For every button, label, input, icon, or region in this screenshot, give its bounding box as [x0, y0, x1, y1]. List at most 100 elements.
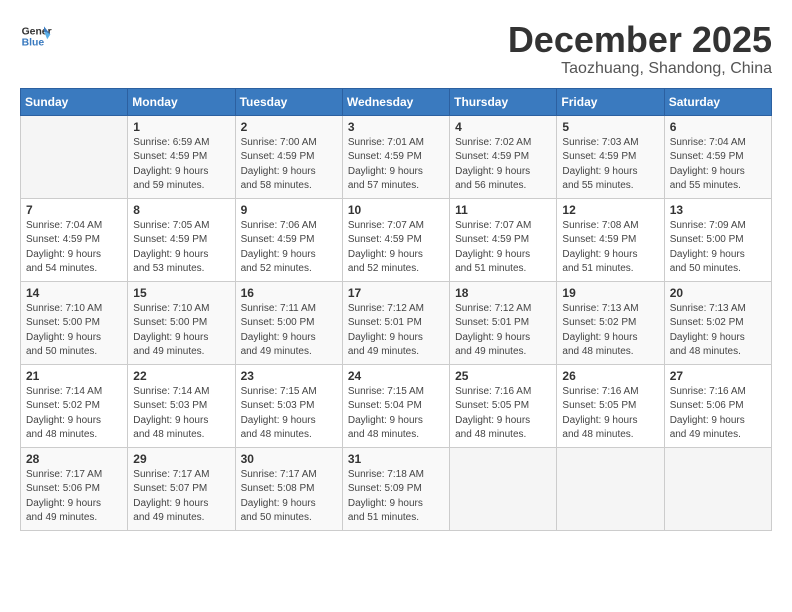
calendar-cell: 29 Sunrise: 7:17 AM Sunset: 5:07 PM Dayli…: [128, 447, 235, 530]
title-area: December 2025 Taozhuang, Shandong, China: [508, 20, 772, 78]
calendar-cell: 4 Sunrise: 7:02 AM Sunset: 4:59 PM Daylig…: [450, 115, 557, 198]
calendar-cell: 8 Sunrise: 7:05 AM Sunset: 4:59 PM Daylig…: [128, 198, 235, 281]
day-number: 24: [348, 369, 444, 383]
calendar-cell: 5Sunrise: 7:03 AM Sunset: 4:59 PM Daylig…: [557, 115, 664, 198]
day-info: Sunrise: 7:17 AM Sunset: 5:08 PM Dayligh…: [241, 468, 337, 526]
week-row-4: 28 Sunrise: 7:17 AM Sunset: 5:06 PM Dayli…: [21, 447, 772, 530]
day-number: 29: [133, 452, 229, 466]
calendar-cell: 31 Sunrise: 7:18 AM Sunset: 5:09 PM Dayli…: [342, 447, 449, 530]
day-number: 11: [455, 203, 551, 217]
day-info: Sunrise: 7:02 AM Sunset: 4:59 PM Dayligh…: [455, 136, 551, 194]
calendar-cell: 30 Sunrise: 7:17 AM Sunset: 5:08 PM Dayli…: [235, 447, 342, 530]
day-number: 28: [26, 452, 122, 466]
day-info: Sunrise: 7:17 AM Sunset: 5:06 PM Dayligh…: [26, 468, 122, 526]
calendar-cell: 16Sunrise: 7:11 AM Sunset: 5:00 PM Dayli…: [235, 281, 342, 364]
page-header: General Blue December 2025 Taozhuang, Sh…: [20, 20, 772, 78]
calendar-cell: 22 Sunrise: 7:14 AM Sunset: 5:03 PM Dayli…: [128, 364, 235, 447]
logo-icon: General Blue: [20, 20, 52, 52]
week-row-2: 14 Sunrise: 7:10 AM Sunset: 5:00 PM Dayli…: [21, 281, 772, 364]
day-info: Sunrise: 7:07 AM Sunset: 4:59 PM Dayligh…: [455, 219, 551, 277]
day-number: 25: [455, 369, 551, 383]
calendar-cell: 1 Sunrise: 6:59 AM Sunset: 4:59 PM Daylig…: [128, 115, 235, 198]
calendar-cell: 18 Sunrise: 7:12 AM Sunset: 5:01 PM Dayli…: [450, 281, 557, 364]
day-info: Sunrise: 7:12 AM Sunset: 5:01 PM Dayligh…: [348, 302, 444, 360]
day-info: Sunrise: 7:14 AM Sunset: 5:03 PM Dayligh…: [133, 385, 229, 443]
day-info: Sunrise: 7:13 AM Sunset: 5:02 PM Dayligh…: [562, 302, 658, 360]
day-number: 27: [670, 369, 766, 383]
day-number: 5: [562, 120, 658, 134]
day-number: 2: [241, 120, 337, 134]
day-number: 22: [133, 369, 229, 383]
calendar-cell: 12 Sunrise: 7:08 AM Sunset: 4:59 PM Dayli…: [557, 198, 664, 281]
day-info: Sunrise: 7:06 AM Sunset: 4:59 PM Dayligh…: [241, 219, 337, 277]
weekday-header-wednesday: Wednesday: [342, 88, 449, 115]
calendar-cell: 2 Sunrise: 7:00 AM Sunset: 4:59 PM Daylig…: [235, 115, 342, 198]
calendar-cell: 25Sunrise: 7:16 AM Sunset: 5:05 PM Dayli…: [450, 364, 557, 447]
calendar-cell: 13 Sunrise: 7:09 AM Sunset: 5:00 PM Dayli…: [664, 198, 771, 281]
day-info: Sunrise: 7:04 AM Sunset: 4:59 PM Dayligh…: [26, 219, 122, 277]
calendar-cell: 10Sunrise: 7:07 AM Sunset: 4:59 PM Dayli…: [342, 198, 449, 281]
day-info: Sunrise: 7:10 AM Sunset: 5:00 PM Dayligh…: [26, 302, 122, 360]
day-info: Sunrise: 7:16 AM Sunset: 5:06 PM Dayligh…: [670, 385, 766, 443]
weekday-header-sunday: Sunday: [21, 88, 128, 115]
day-number: 20: [670, 286, 766, 300]
calendar-cell: 20 Sunrise: 7:13 AM Sunset: 5:02 PM Dayli…: [664, 281, 771, 364]
calendar-cell: 24 Sunrise: 7:15 AM Sunset: 5:04 PM Dayli…: [342, 364, 449, 447]
day-number: 26: [562, 369, 658, 383]
day-number: 12: [562, 203, 658, 217]
day-info: Sunrise: 7:04 AM Sunset: 4:59 PM Dayligh…: [670, 136, 766, 194]
calendar-cell: 9 Sunrise: 7:06 AM Sunset: 4:59 PM Daylig…: [235, 198, 342, 281]
calendar-cell: [557, 447, 664, 530]
location-subtitle: Taozhuang, Shandong, China: [508, 60, 772, 78]
day-number: 18: [455, 286, 551, 300]
day-number: 23: [241, 369, 337, 383]
day-info: Sunrise: 7:09 AM Sunset: 5:00 PM Dayligh…: [670, 219, 766, 277]
calendar-cell: 23 Sunrise: 7:15 AM Sunset: 5:03 PM Dayli…: [235, 364, 342, 447]
day-info: Sunrise: 7:17 AM Sunset: 5:07 PM Dayligh…: [133, 468, 229, 526]
day-info: Sunrise: 7:00 AM Sunset: 4:59 PM Dayligh…: [241, 136, 337, 194]
day-number: 7: [26, 203, 122, 217]
calendar-cell: 14 Sunrise: 7:10 AM Sunset: 5:00 PM Dayli…: [21, 281, 128, 364]
day-info: Sunrise: 7:18 AM Sunset: 5:09 PM Dayligh…: [348, 468, 444, 526]
logo: General Blue: [20, 20, 52, 52]
day-info: Sunrise: 7:05 AM Sunset: 4:59 PM Dayligh…: [133, 219, 229, 277]
weekday-header-saturday: Saturday: [664, 88, 771, 115]
week-row-0: 1 Sunrise: 6:59 AM Sunset: 4:59 PM Daylig…: [21, 115, 772, 198]
calendar-table: SundayMondayTuesdayWednesdayThursdayFrid…: [20, 88, 772, 531]
day-info: Sunrise: 7:01 AM Sunset: 4:59 PM Dayligh…: [348, 136, 444, 194]
day-number: 31: [348, 452, 444, 466]
weekday-header-friday: Friday: [557, 88, 664, 115]
day-number: 13: [670, 203, 766, 217]
weekday-header-tuesday: Tuesday: [235, 88, 342, 115]
week-row-3: 21Sunrise: 7:14 AM Sunset: 5:02 PM Dayli…: [21, 364, 772, 447]
day-number: 6: [670, 120, 766, 134]
day-number: 14: [26, 286, 122, 300]
day-info: Sunrise: 6:59 AM Sunset: 4:59 PM Dayligh…: [133, 136, 229, 194]
day-info: Sunrise: 7:10 AM Sunset: 5:00 PM Dayligh…: [133, 302, 229, 360]
day-info: Sunrise: 7:15 AM Sunset: 5:03 PM Dayligh…: [241, 385, 337, 443]
day-info: Sunrise: 7:15 AM Sunset: 5:04 PM Dayligh…: [348, 385, 444, 443]
day-number: 4: [455, 120, 551, 134]
calendar-cell: 17 Sunrise: 7:12 AM Sunset: 5:01 PM Dayli…: [342, 281, 449, 364]
day-info: Sunrise: 7:16 AM Sunset: 5:05 PM Dayligh…: [562, 385, 658, 443]
day-number: 1: [133, 120, 229, 134]
day-number: 30: [241, 452, 337, 466]
weekday-header-monday: Monday: [128, 88, 235, 115]
day-info: Sunrise: 7:14 AM Sunset: 5:02 PM Dayligh…: [26, 385, 122, 443]
day-info: Sunrise: 7:12 AM Sunset: 5:01 PM Dayligh…: [455, 302, 551, 360]
calendar-cell: 26 Sunrise: 7:16 AM Sunset: 5:05 PM Dayli…: [557, 364, 664, 447]
calendar-cell: 15 Sunrise: 7:10 AM Sunset: 5:00 PM Dayli…: [128, 281, 235, 364]
day-number: 16: [241, 286, 337, 300]
day-number: 17: [348, 286, 444, 300]
day-number: 15: [133, 286, 229, 300]
calendar-cell: [21, 115, 128, 198]
calendar-cell: 27 Sunrise: 7:16 AM Sunset: 5:06 PM Dayli…: [664, 364, 771, 447]
calendar-cell: 28 Sunrise: 7:17 AM Sunset: 5:06 PM Dayli…: [21, 447, 128, 530]
weekday-header-thursday: Thursday: [450, 88, 557, 115]
day-number: 9: [241, 203, 337, 217]
day-info: Sunrise: 7:08 AM Sunset: 4:59 PM Dayligh…: [562, 219, 658, 277]
calendar-cell: [450, 447, 557, 530]
day-info: Sunrise: 7:13 AM Sunset: 5:02 PM Dayligh…: [670, 302, 766, 360]
svg-text:Blue: Blue: [22, 38, 45, 49]
day-number: 8: [133, 203, 229, 217]
